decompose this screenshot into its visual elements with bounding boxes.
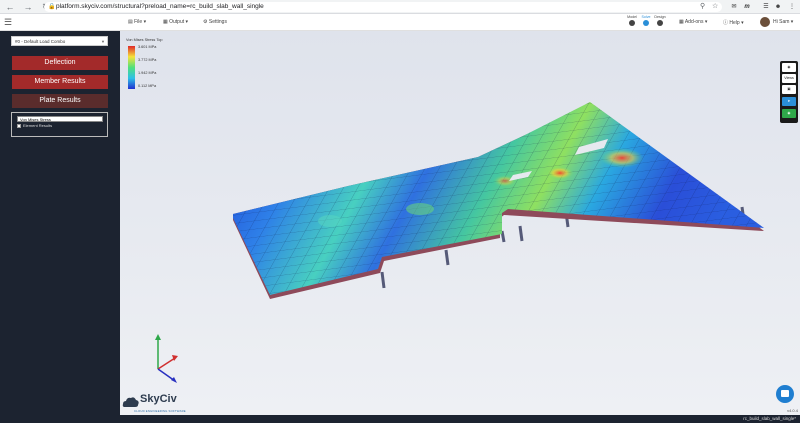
addons-menu-label: Add-ons [684,19,704,25]
output-menu[interactable]: ▦ Output ▾ [163,19,188,25]
address-bar[interactable]: 🔒 platform.skyciv.com/structural?preload… [44,2,722,12]
camera-icon[interactable]: ▣ [782,85,796,94]
gmail-extension-icon[interactable]: ✉ [730,3,738,11]
help-menu-label: Help [729,20,740,26]
coordinate-axes [155,334,178,383]
design-mode-icon [657,20,663,26]
cloud-logo-icon [122,397,139,407]
addons-menu[interactable]: ▦ Add-ons ▾ [679,19,707,25]
profile-extension-icon[interactable]: ☻ [774,3,782,11]
app-menubar: ☰ ▤ File ▾ ▦ Output ▾ ⚙ Settings Model S… [0,14,800,31]
status-bar: rc_build_slab_wall_single* [0,415,800,423]
settings-menu-label: Settings [208,19,227,25]
output-menu-label: Output [169,19,185,25]
logo-tagline: CLOUD ENGINEERING SOFTWARE [134,409,186,413]
chevron-down-icon: ▼ [101,39,105,44]
element-results-label: Element Results [23,123,53,128]
load-combo-value: #0 - Default Load Combo [15,39,66,44]
chrome-menu-icon[interactable]: ⋮ [788,3,796,11]
star-icon[interactable]: ☆ [712,2,718,12]
plate-result-type-select[interactable]: Von Mises Stress [17,116,103,122]
url-text: platform.skyciv.com/structural?preload_n… [56,3,264,10]
extension-icon[interactable]: ☰ [762,3,770,11]
chat-support-button[interactable] [776,385,794,403]
model-viewport[interactable]: Von Mises Stress Top 3.601 MPa 3.772 MPa… [120,31,800,415]
solve-mode-icon [643,20,649,26]
model-mode-button[interactable]: Model [626,15,638,26]
solve-mode-label: Solve [641,15,651,19]
search-icon[interactable]: ⚲ [700,2,705,12]
model-mode-label: Model [627,15,637,19]
results-sidebar: #0 - Default Load Combo ▼ Deflection Mem… [0,31,120,415]
visibility-toggle-icon[interactable]: ◉ [782,109,796,118]
skyciv-logo: SkyCiv CLOUD ENGINEERING SOFTWARE [122,393,192,415]
model-name-label: rc_build_slab_wall_single* [743,416,796,421]
select-pointer-icon[interactable]: ➤ [782,97,796,106]
design-mode-label: Design [654,15,666,19]
element-results-checkbox[interactable] [17,124,21,128]
user-greeting: Hi Sam [773,19,790,25]
file-menu-label: File [134,19,143,25]
hamburger-menu-icon[interactable]: ☰ [4,17,12,28]
back-icon[interactable]: ← [4,1,16,13]
eye-icon[interactable]: ◉ [782,63,796,72]
slab-model-render [155,102,764,383]
avatar[interactable] [760,17,770,27]
view-toolbar: ◉ Views ▣ ➤ ◉ [780,61,798,123]
logo-name: SkyCiv [140,393,177,405]
m-extension-icon[interactable]: m [743,3,751,11]
model-mode-icon [629,20,635,26]
plate-results-button[interactable]: Plate Results [12,94,108,108]
design-mode-button[interactable]: Design [654,15,666,26]
help-menu[interactable]: ⓘ Help ▾ [723,19,744,26]
views-button[interactable]: Views [782,74,796,83]
file-menu[interactable]: ▤ File ▾ [128,19,146,25]
version-label: v4.0.4 [787,408,798,413]
forward-icon[interactable]: → [22,1,34,13]
member-results-button[interactable]: Member Results [12,75,108,89]
plate-results-panel: Von Mises Stress Element Results [11,112,108,137]
lock-icon: 🔒 [48,4,56,10]
settings-menu[interactable]: ⚙ Settings [203,19,227,25]
solve-mode-button[interactable]: Solve [640,15,652,26]
user-menu[interactable]: Hi Sam ▾ [773,19,793,25]
load-combo-select[interactable]: #0 - Default Load Combo ▼ [11,36,108,46]
deflection-button[interactable]: Deflection [12,56,108,70]
